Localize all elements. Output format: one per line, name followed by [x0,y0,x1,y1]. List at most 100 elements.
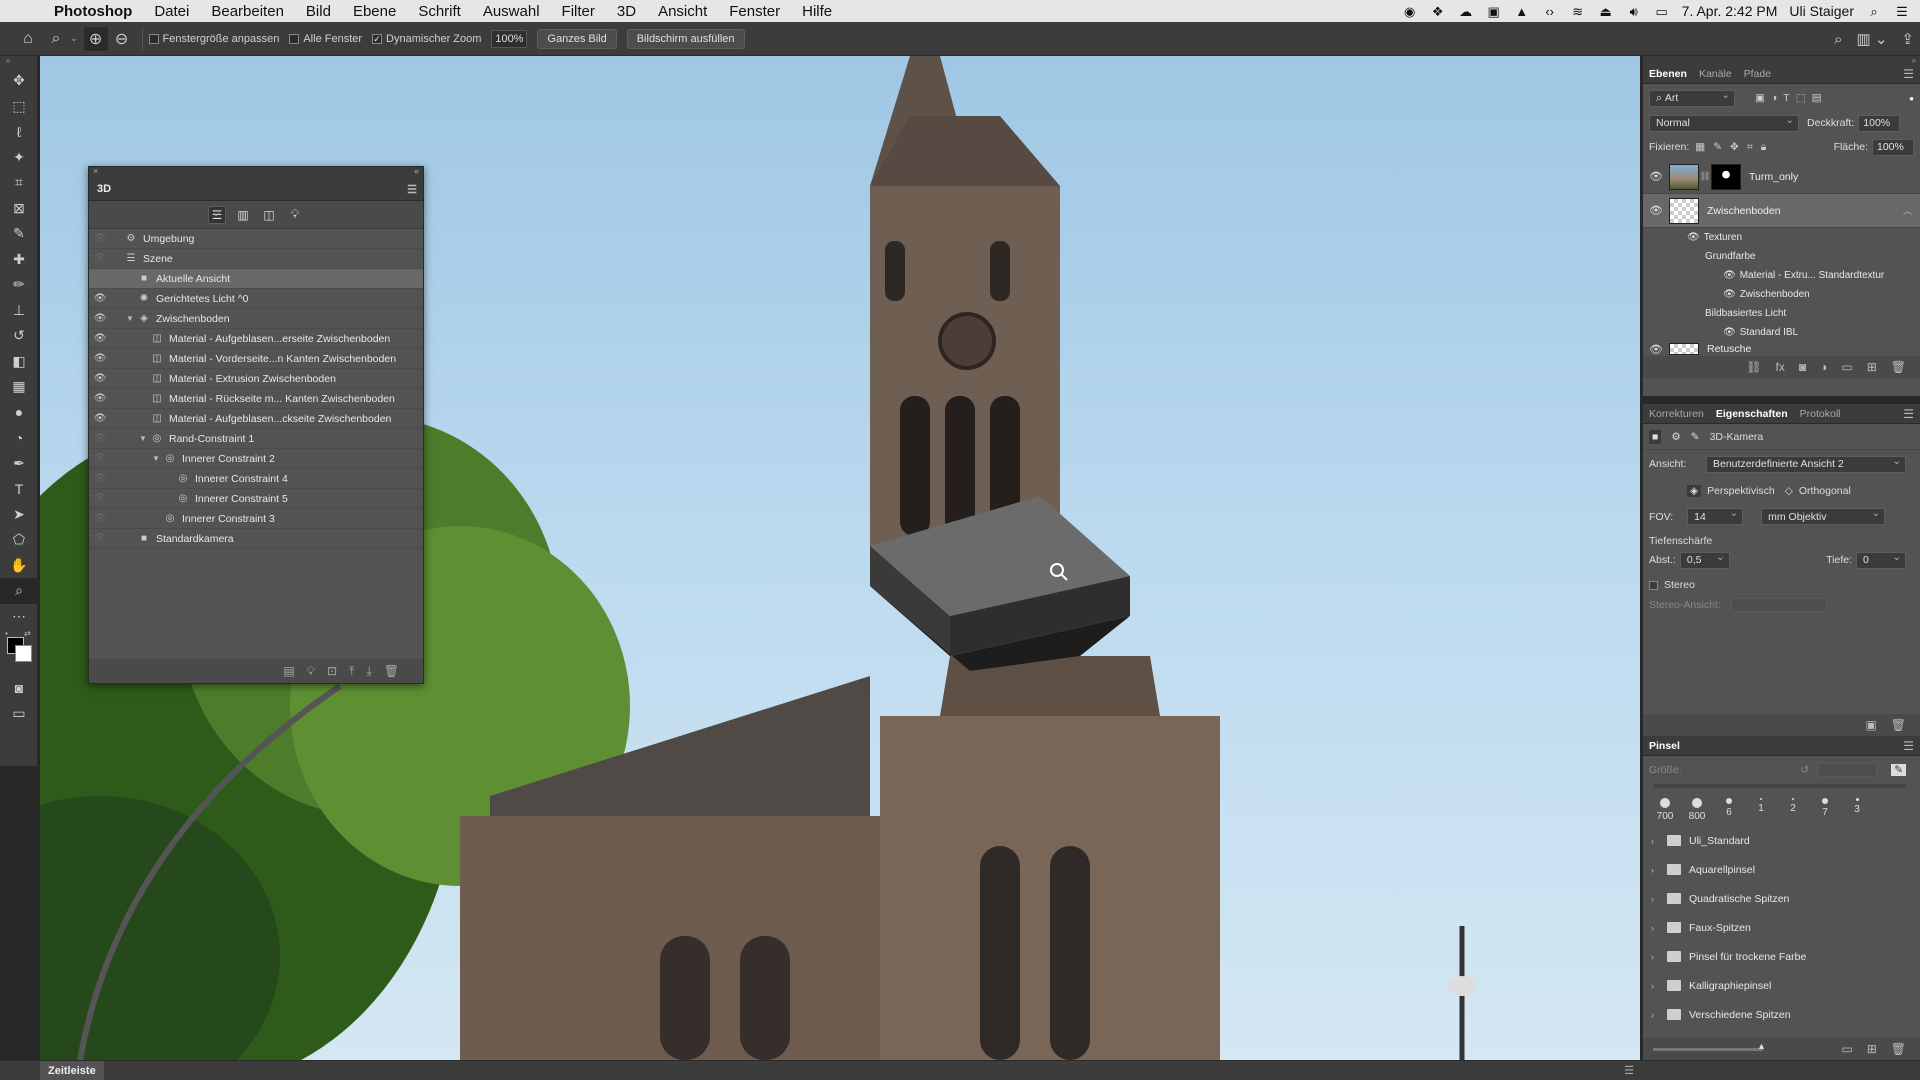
layer-subitem[interactable]: 👁︎ Zwischenboden [1643,285,1920,304]
fill-field[interactable]: 100% [1872,138,1914,156]
eye-icon[interactable]: 👁︎ [89,333,111,344]
new-brush-icon[interactable]: ⊞ [1867,1042,1877,1056]
gradient-tool-icon[interactable]: ▦ [0,374,38,400]
fx-icon[interactable]: fx [1776,360,1785,374]
notification-center-icon[interactable]: ☰ [1894,4,1910,19]
dodge-tool-icon[interactable]: ◔ [0,425,38,451]
scene-row[interactable]: 👁︎ ⚙ Umgebung [89,229,423,249]
layer-zwischenboden[interactable]: 👁︎ Zwischenboden ︿ [1643,194,1920,228]
import-icon[interactable]: ⤒ [349,664,354,679]
fov-unit-select[interactable]: mm Objektiv [1761,507,1886,525]
tab-korrekturen[interactable]: Korrekturen [1643,404,1710,424]
delete-icon[interactable]: 🗑︎ [1891,1042,1906,1056]
type-tool-icon[interactable]: T [0,476,38,502]
eraser-icon[interactable]: ◧ [0,349,38,375]
collapse-icon[interactable]: « [414,166,419,176]
size-field[interactable] [1817,763,1878,777]
orthographic-label[interactable]: Orthogonal [1799,485,1851,497]
menu-fenster[interactable]: Fenster [729,3,780,20]
path-select-icon[interactable]: ➤ [0,502,38,528]
eye-icon[interactable]: 👁︎ [89,453,111,464]
lock-pixels-icon[interactable]: ✎ [1713,141,1722,153]
eye-icon[interactable]: 👁︎ [1643,343,1669,356]
new-folder-icon[interactable]: ▭ [1841,1042,1852,1056]
workspace-icon[interactable]: ▥ ⌄ [1857,30,1888,48]
tab-eigenschaften[interactable]: Eigenschaften [1710,404,1794,424]
chevron-down-icon[interactable]: ▼ [150,454,162,463]
eye-icon[interactable]: 👁︎ [89,313,111,324]
zoom-in-icon[interactable]: ⊕ [83,26,108,51]
lights-icon[interactable]: 💡︎ [286,206,304,224]
close-icon[interactable]: × [93,166,98,176]
record-icon[interactable]: ◉ [1402,4,1418,19]
brush-folder[interactable]: › Kalligraphiepinsel [1643,971,1920,1000]
menu-bearbeiten[interactable]: Bearbeiten [211,3,284,20]
edit-icon[interactable]: ✎ [1691,431,1700,443]
chevron-right-icon[interactable]: › [1651,952,1663,962]
home-icon[interactable]: ⌂ [14,25,42,53]
wifi-icon[interactable]: ≋ [1570,4,1586,19]
brush-preview-slider[interactable]: ▲ [1653,1041,1766,1051]
eye-icon[interactable]: 👁︎ [89,353,111,364]
scene-row[interactable]: 👁︎ ◎ Innerer Constraint 5 [89,489,423,509]
render-icon[interactable]: ▣ [1865,718,1876,732]
eye-icon[interactable]: 👁︎ [89,473,111,484]
tab-timeline[interactable]: Zeitleiste [40,1061,104,1080]
brush-folder[interactable]: › Quadratische Spitzen [1643,884,1920,913]
group-icon[interactable]: ▭ [1841,360,1852,374]
chevron-up-icon[interactable]: ︿ [1903,204,1912,217]
menu-auswahl[interactable]: Auswahl [483,3,540,20]
marquee-tool-icon[interactable]: ⬚ [0,94,38,120]
spotlight-icon[interactable]: ⌕ [1866,4,1882,19]
layer-subitem[interactable]: 👁︎ Standard IBL [1643,323,1920,342]
menu-3d[interactable]: 3D [617,3,636,20]
brush-preset[interactable]: 1 [1745,798,1777,822]
new-layer-icon[interactable]: ⊞ [1867,360,1877,374]
chevron-down-icon[interactable]: ⌄ [70,33,78,44]
scene-row[interactable]: 👁︎ ◎ Innerer Constraint 3 [89,509,423,529]
history-brush-icon[interactable]: ↺ [0,323,38,349]
menu-bild[interactable]: Bild [306,3,331,20]
chevron-right-icon[interactable]: › [1651,1010,1663,1020]
brush-tool-icon[interactable]: ✏ [0,272,38,298]
panel-menu-icon[interactable]: ☰ [1903,407,1914,421]
frame-tool-icon[interactable]: ⊠ [0,196,38,222]
vlc-icon[interactable]: ▲ [1514,4,1530,19]
eye-icon[interactable]: 👁︎ [89,413,111,424]
scene-row[interactable]: 👁︎ ◫ Material - Vorderseite...n Kanten Zwi… [89,349,423,369]
perspective-label[interactable]: Perspektivisch [1707,485,1775,497]
new-brush-icon[interactable]: ✎ [1891,764,1906,776]
eye-icon[interactable]: 👁︎ [89,273,111,284]
reset-icon[interactable]: ↺ [1800,764,1809,776]
brush-preset[interactable]: 7 [1809,798,1841,822]
search-icon[interactable]: ⌕ [1834,31,1842,48]
layer-retusche[interactable]: 👁︎ Retusche [1643,342,1920,356]
depth-field[interactable]: 0 [1856,551,1906,569]
render-icon[interactable]: ▤ [283,664,294,678]
cloud-icon[interactable]: ☁ [1458,4,1474,19]
adjustment-icon[interactable]: ◑ [1820,360,1827,374]
eye-icon[interactable]: 👁︎ [89,253,111,264]
materials-icon[interactable]: ◫ [260,206,278,224]
zoom-out-icon[interactable]: ⊖ [108,25,136,53]
lock-artboard-icon[interactable]: ⌗ [1747,141,1753,154]
fit-window-checkbox[interactable]: Fenstergröße anpassen [148,33,279,45]
scene-row[interactable]: 👁︎ ◫ Material - Aufgeblasen...erseite Zwis… [89,329,423,349]
tab-pinsel[interactable]: Pinsel [1643,736,1686,756]
chevron-right-icon[interactable]: › [1651,981,1663,991]
eye-icon[interactable]: 👁︎ [1723,289,1736,300]
tab-protokoll[interactable]: Protokoll [1794,404,1847,424]
move-tool-icon[interactable]: ✥ [0,68,38,94]
menu-datei[interactable]: Datei [154,3,189,20]
brush-folder[interactable]: › Pinsel für trockene Farbe [1643,942,1920,971]
menu-ebene[interactable]: Ebene [353,3,396,20]
eye-icon[interactable]: 👁︎ [89,493,111,504]
delete-icon[interactable]: 🗑︎ [1891,718,1906,732]
more-tools-icon[interactable]: ⋯ [0,604,38,630]
lock-position-icon[interactable]: ✥ [1730,141,1739,153]
coordinates-icon[interactable]: ⚙ [1671,431,1680,443]
perspective-icon[interactable]: ◈ [1687,485,1702,497]
eye-icon[interactable]: 👁︎ [89,533,111,544]
chevron-right-icon[interactable]: › [1651,923,1663,933]
stereo-view-select[interactable] [1730,598,1827,612]
